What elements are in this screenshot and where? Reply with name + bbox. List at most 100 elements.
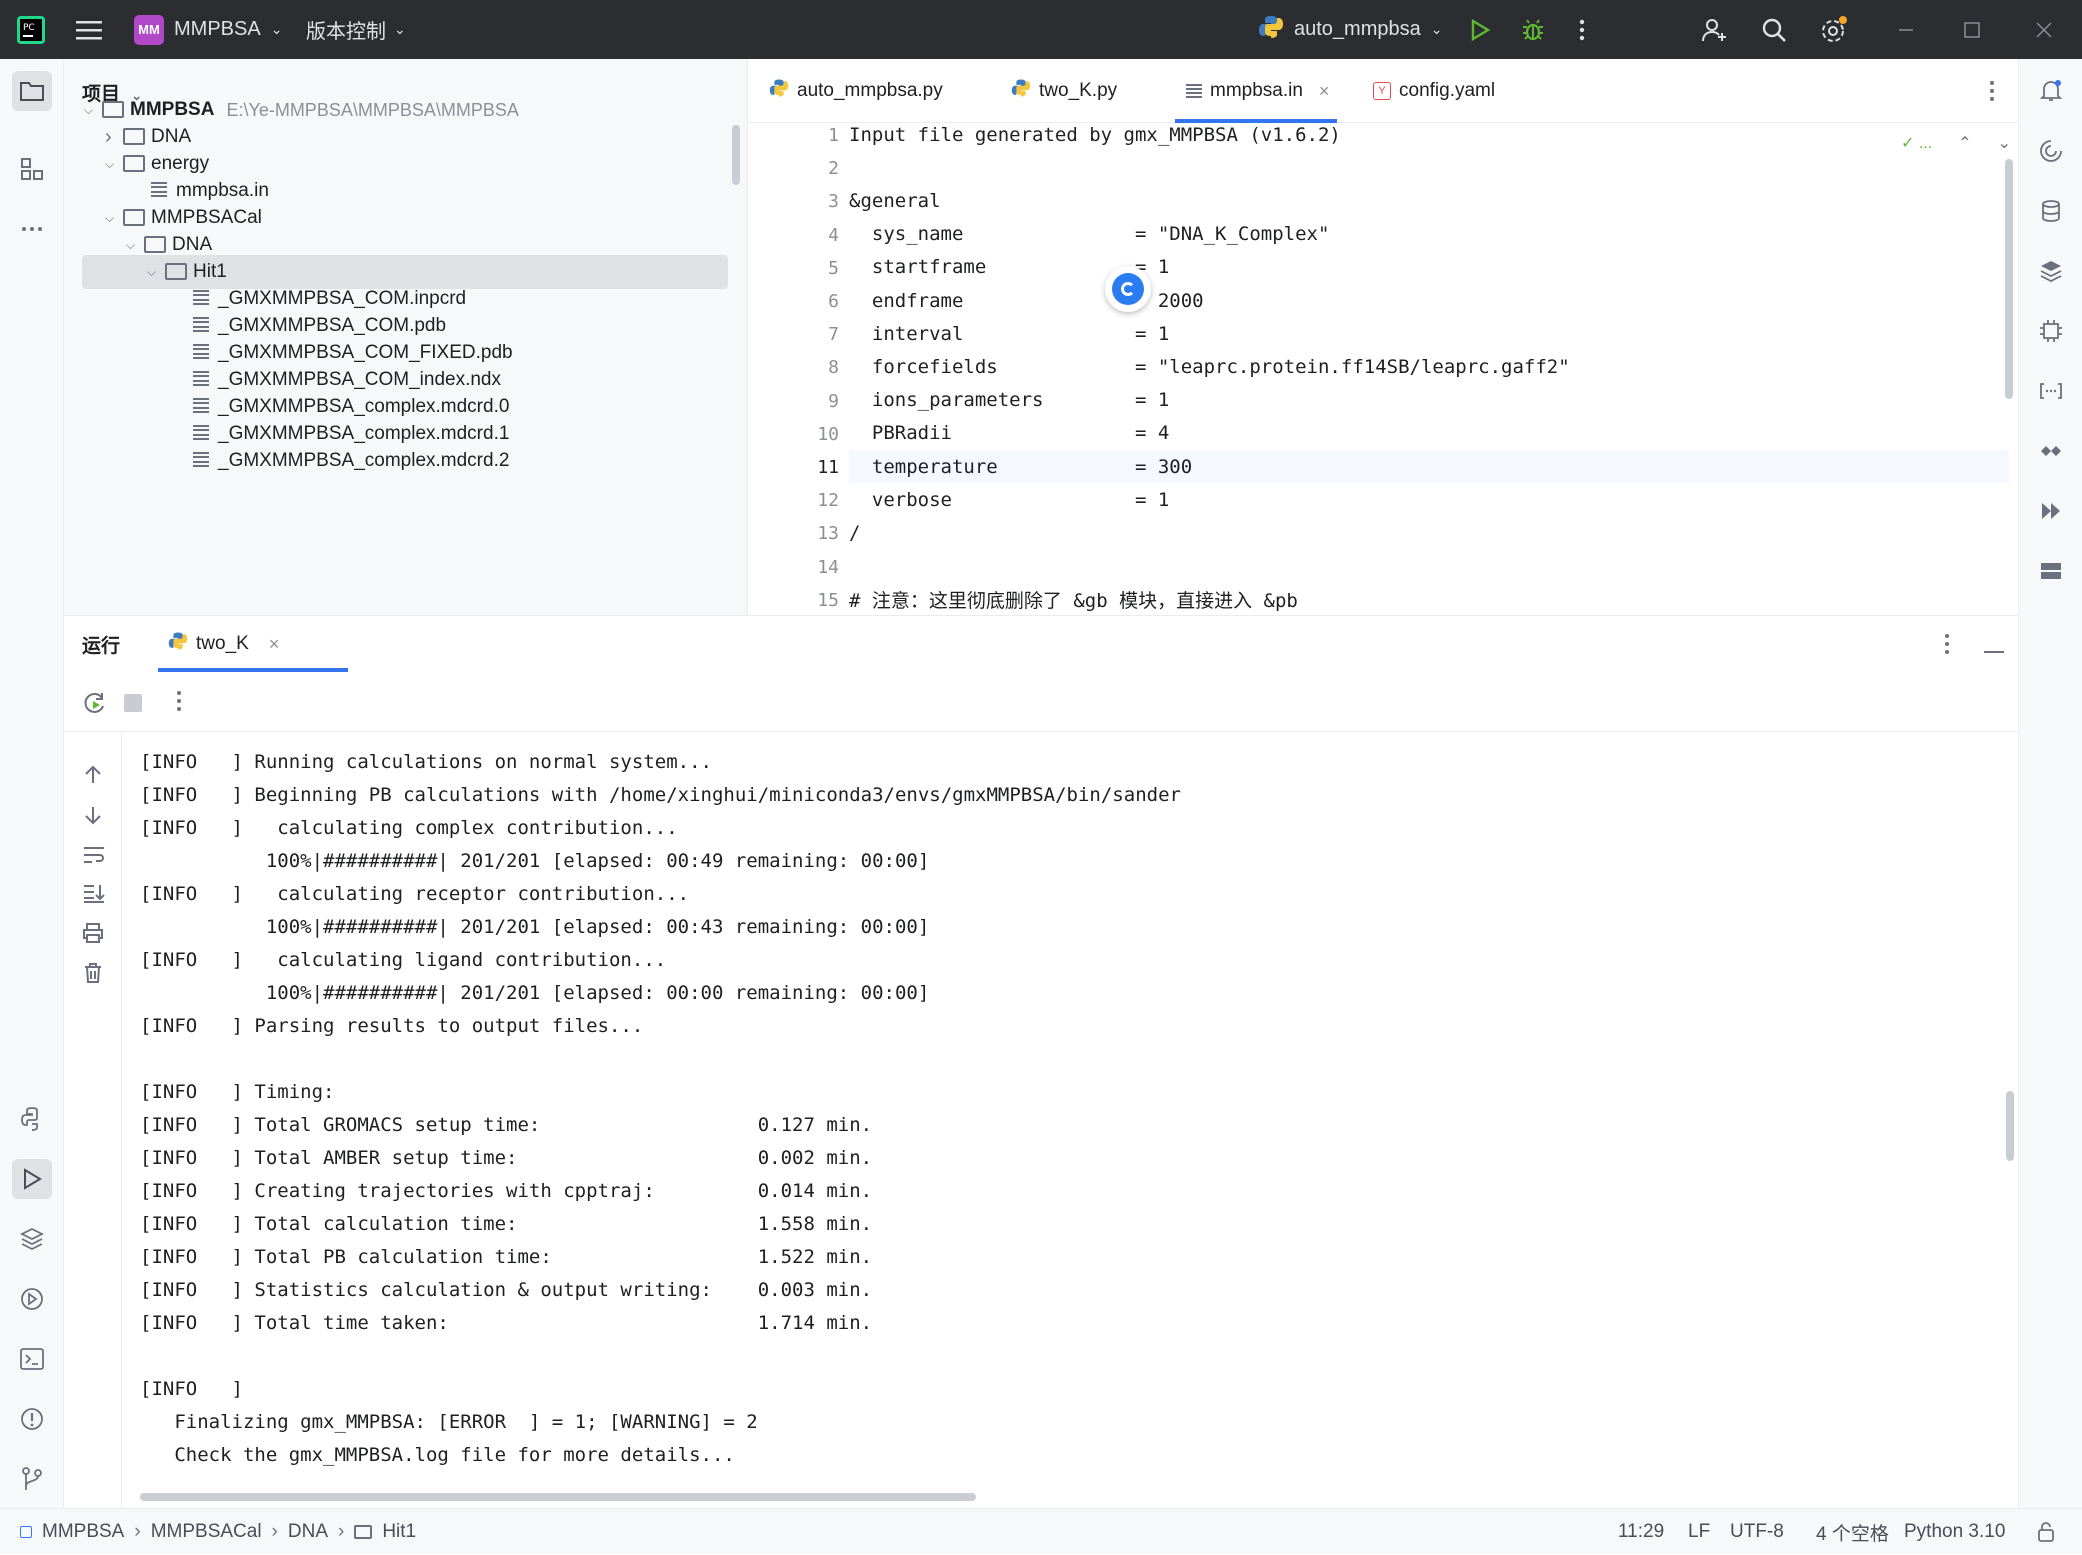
settings-gear-icon[interactable] <box>1818 0 1848 59</box>
tab-two-k[interactable]: two_K.py <box>1011 59 1117 123</box>
scroll-to-end-icon[interactable] <box>82 882 106 909</box>
services-icon[interactable] <box>12 1279 52 1319</box>
print-icon[interactable] <box>82 922 104 949</box>
chevron-up-icon[interactable]: ⌃ <box>1958 133 1971 153</box>
notifications-bell-icon[interactable] <box>2031 71 2071 111</box>
code-content[interactable]: Input file generated by gmx_MMPBSA (v1.6… <box>849 123 2009 615</box>
file-encoding[interactable]: UTF-8 <box>1730 1509 1784 1555</box>
vcs-menu[interactable]: 版本控制 ⌄ <box>306 0 406 59</box>
more-actions-icon[interactable] <box>1578 0 1586 59</box>
more-tools-icon[interactable] <box>12 209 52 249</box>
problems-icon[interactable] <box>12 1399 52 1439</box>
debug-icon[interactable] <box>1520 0 1546 59</box>
chevron-down-icon[interactable]: ⌵ <box>147 265 165 280</box>
chevron-down-icon[interactable]: ⌄ <box>1998 133 2011 153</box>
chevron-down-icon[interactable]: ⌵ <box>105 211 123 226</box>
run-icon[interactable] <box>1468 0 1492 59</box>
chip-icon[interactable] <box>2031 311 2071 351</box>
layers-icon[interactable] <box>12 1219 52 1259</box>
console-line: 100%|##########| 201/201 [elapsed: 00:43… <box>140 916 930 938</box>
breadcrumb-item[interactable]: MMPBSA <box>42 1521 124 1543</box>
run-config-selector[interactable]: auto_mmpbsa ⌄ <box>1258 0 1442 59</box>
indent-setting[interactable]: 4 个空格 <box>1816 1509 1889 1555</box>
close-tab-icon[interactable]: × <box>1319 81 1330 102</box>
chevron-down-icon[interactable]: ⌵ <box>126 238 144 253</box>
minimize-panel-icon[interactable] <box>1984 642 2004 660</box>
trash-icon[interactable] <box>82 962 104 989</box>
python-icon <box>769 78 789 104</box>
console-output[interactable]: [INFO ] Running calculations on normal s… <box>140 746 1980 1466</box>
stop-icon[interactable] <box>124 694 142 717</box>
code-line: Input file generated by gmx_MMPBSA (v1.6… <box>849 123 1341 146</box>
arrow-up-icon[interactable] <box>82 764 104 791</box>
chevron-right-icon[interactable]: › <box>105 126 123 149</box>
editor-tabs: auto_mmpbsa.py two_K.py mmpbsa.in × Y co… <box>749 59 2018 123</box>
tree-item-label: _GMXMMPBSA_COM.pdb <box>218 315 447 336</box>
python-interpreter[interactable]: Python 3.10 <box>1904 1509 2005 1555</box>
project-badge: MM <box>134 14 164 45</box>
git-branch-icon[interactable] <box>12 1459 52 1499</box>
line-number: 5 <box>828 257 839 279</box>
breadcrumb-item[interactable]: MMPBSACal <box>151 1521 262 1543</box>
console-vertical-scrollbar[interactable] <box>2006 1091 2014 1161</box>
diamonds-icon[interactable] <box>2031 431 2071 471</box>
breadcrumb-item[interactable]: DNA <box>288 1521 328 1543</box>
tree-item-label: DNA <box>151 126 192 147</box>
python-console-icon[interactable] <box>12 1099 52 1139</box>
rerun-icon[interactable] <box>82 690 108 721</box>
project-switcher[interactable]: MM MMPBSA ⌄ <box>134 0 282 59</box>
ai-assistant-icon[interactable] <box>2031 131 2071 171</box>
tree-file-item[interactable]: _GMXMMPBSA_complex.mdcrd.2 <box>64 444 744 478</box>
project-folder-icon[interactable] <box>12 71 52 111</box>
layers-stack-icon[interactable] <box>2031 251 2071 291</box>
line-separator[interactable]: LF <box>1688 1509 1710 1555</box>
tab-auto-mmpbsa[interactable]: auto_mmpbsa.py <box>769 59 943 123</box>
tab-mmpbsa-in[interactable]: mmpbsa.in × <box>1174 59 1338 123</box>
run-tab-two-k[interactable]: two_K × <box>158 616 348 672</box>
code-line: verbose = 1 <box>849 488 1170 511</box>
run-config-label: auto_mmpbsa <box>1294 18 1421 40</box>
tab-config-yaml[interactable]: Y config.yaml <box>1373 59 1495 123</box>
check-icon: ✓ ... <box>1901 135 1933 152</box>
line-number: 11 <box>817 457 839 478</box>
editor-scrollbar[interactable] <box>2005 159 2013 399</box>
tab-more-icon[interactable] <box>1989 59 1995 123</box>
more-icon[interactable] <box>176 690 182 717</box>
code-line: forcefields = "leaprc.protein.ff14SB/lea… <box>849 355 1570 378</box>
structure-icon[interactable] <box>12 149 52 189</box>
tree-scrollbar[interactable] <box>732 125 740 185</box>
console-horizontal-scrollbar[interactable] <box>140 1493 976 1501</box>
search-icon[interactable] <box>1760 0 1788 59</box>
close-tab-icon[interactable]: × <box>269 634 280 655</box>
code-line: sys_name = "DNA_K_Complex" <box>849 223 1330 246</box>
text-file-icon <box>190 290 212 308</box>
inspection-widget[interactable]: ✓ ... ⌃ ⌄ <box>1901 133 2011 153</box>
database-icon[interactable] <box>2031 191 2071 231</box>
more-options-icon[interactable] <box>1944 633 1950 660</box>
fast-forward-icon[interactable] <box>2031 491 2071 531</box>
soft-wrap-icon[interactable] <box>82 844 106 871</box>
regex-icon[interactable] <box>2031 371 2071 411</box>
pycharm-logo-icon[interactable]: PC <box>16 0 46 59</box>
chevron-down-icon[interactable]: ⌵ <box>105 157 123 172</box>
run-panel-header: 运行 two_K × <box>64 616 2018 672</box>
tree-item-label: _GMXMMPBSA_COM.inpcrd <box>218 288 467 309</box>
folder-icon <box>123 209 145 227</box>
add-user-icon[interactable] <box>1700 0 1728 59</box>
run-tool-icon[interactable] <box>12 1159 52 1199</box>
chevron-down-icon[interactable]: ⌵ <box>84 103 102 118</box>
terminal-icon[interactable] <box>12 1339 52 1379</box>
minimize-icon[interactable] <box>1896 0 1916 59</box>
lock-icon[interactable] <box>2036 1509 2056 1555</box>
caret-position[interactable]: 11:29 <box>1618 1509 1664 1555</box>
left-tool-strip <box>0 59 64 1508</box>
arrow-down-icon[interactable] <box>82 804 104 831</box>
main-menu-icon[interactable] <box>76 0 102 59</box>
breadcrumb-item[interactable]: Hit1 <box>382 1521 416 1543</box>
run-tab-label: two_K <box>196 633 249 654</box>
close-window-icon[interactable] <box>2034 0 2054 59</box>
maximize-icon[interactable] <box>1962 0 1982 59</box>
tab-label: auto_mmpbsa.py <box>797 80 943 101</box>
console-line: [INFO ] calculating receptor contributio… <box>140 883 690 905</box>
server-icon[interactable] <box>2031 551 2071 591</box>
